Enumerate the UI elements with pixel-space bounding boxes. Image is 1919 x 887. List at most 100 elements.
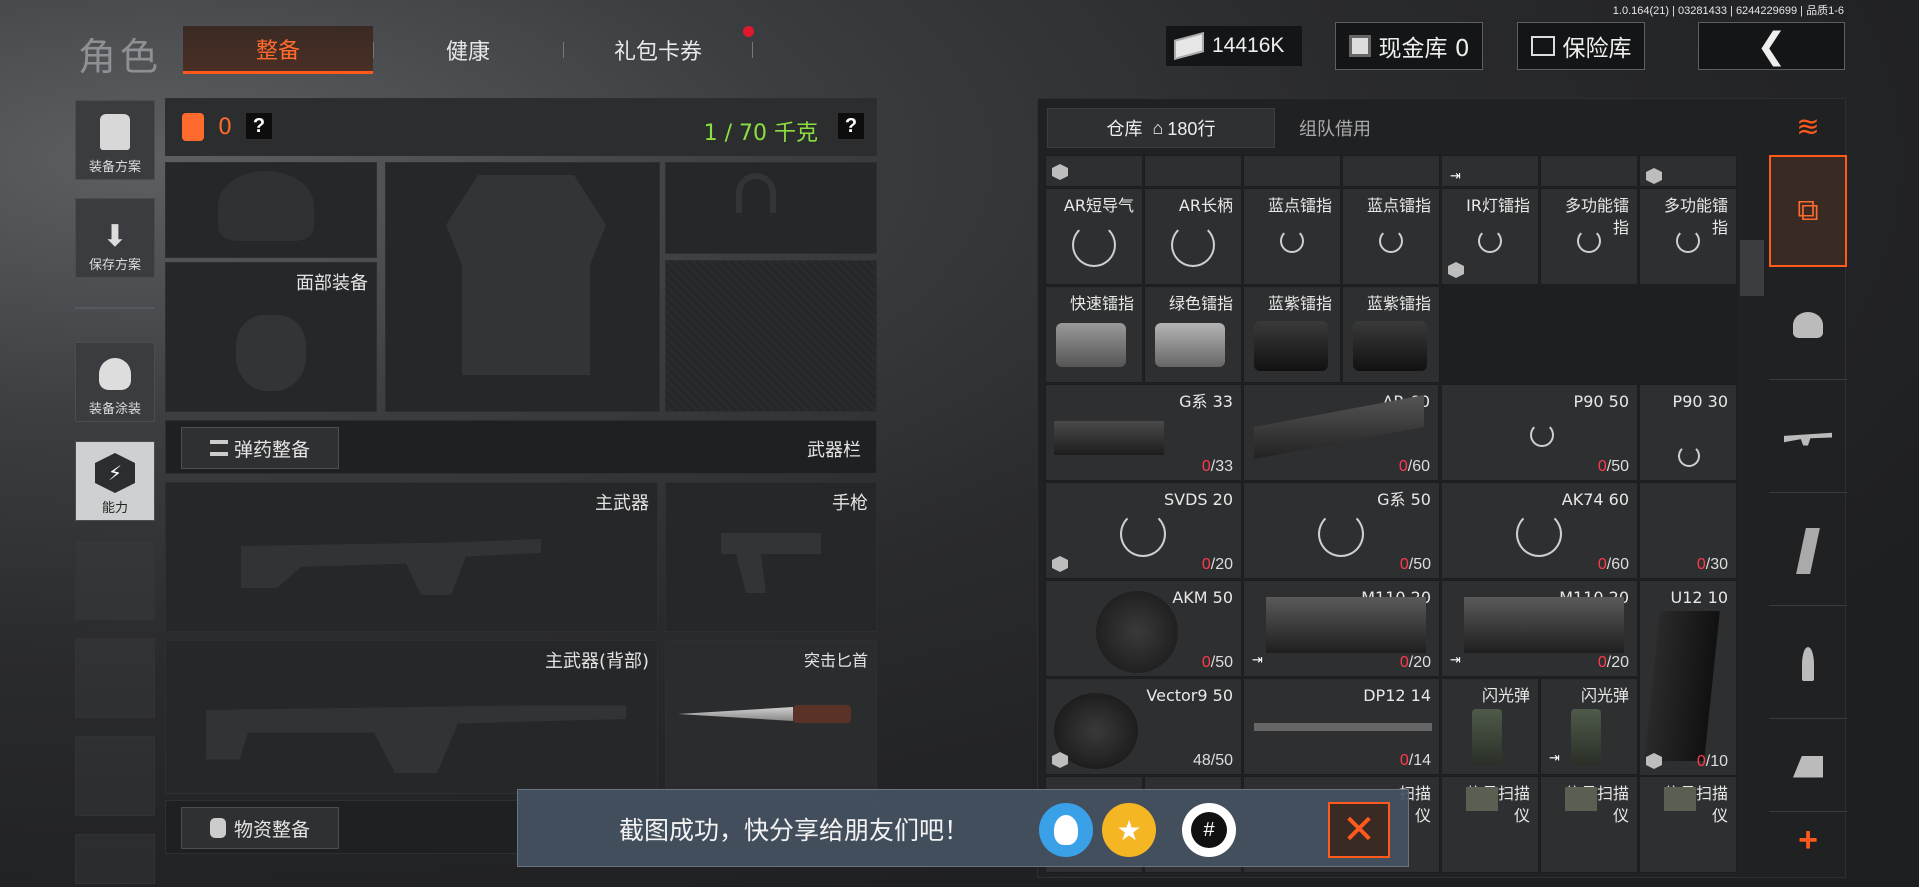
safe-icon xyxy=(1530,36,1555,56)
inventory-cell[interactable] xyxy=(1342,155,1440,187)
item-cell[interactable]: 快速镭指 xyxy=(1045,286,1143,383)
item-cell[interactable]: P90 30 xyxy=(1639,384,1737,481)
inventory-cell[interactable] xyxy=(1540,155,1638,187)
loading-icon xyxy=(1171,223,1215,267)
item-cell[interactable]: AR长柄 xyxy=(1144,188,1242,285)
item-cell[interactable]: 闪光弹 xyxy=(1441,678,1539,775)
item-name: 快速镭指 xyxy=(1069,294,1134,313)
category-attachment[interactable] xyxy=(1769,722,1847,812)
item-name: AR长柄 xyxy=(1178,196,1233,215)
category-magazine[interactable] xyxy=(1769,496,1847,606)
item-cell[interactable]: P90 50 0/50 xyxy=(1441,384,1638,481)
ammo-loadout-button[interactable]: 弹药整备 xyxy=(181,427,339,469)
primary-weapon-slot[interactable]: 主武器 xyxy=(165,482,658,632)
drum-magazine-icon xyxy=(1096,591,1178,673)
item-cell[interactable]: G系 50 0/50 xyxy=(1243,482,1440,579)
item-cell[interactable]: 信号扫描仪 xyxy=(1639,776,1737,873)
item-count: 48/50 xyxy=(1192,752,1233,769)
warehouse-grid: ⇥ AR短导气 AR长柄 蓝点镭指 蓝点镭指 IR灯镭指 多功能镭指 多功能镭指… xyxy=(1045,155,1737,875)
item-cell[interactable]: 蓝紫镭指 xyxy=(1342,286,1440,383)
box-magazine-icon xyxy=(1266,597,1426,653)
item-cell[interactable]: AR短导气 xyxy=(1045,188,1143,285)
help-icon[interactable]: ? xyxy=(246,113,272,139)
scanner-icon xyxy=(1466,787,1498,811)
item-cell[interactable]: 多功能镭指 xyxy=(1540,188,1638,285)
ammo-loadout-label: 弹药整备 xyxy=(233,439,310,461)
loading-icon xyxy=(1478,229,1502,253)
item-cell[interactable]: M110 20⇥0/20 xyxy=(1243,580,1440,677)
item-cell[interactable]: 绿色镭指 xyxy=(1144,286,1242,383)
share-qzone-button[interactable]: ★ xyxy=(1102,803,1156,857)
item-cell[interactable]: M110 20⇥0/20 xyxy=(1441,580,1638,677)
item-cell[interactable]: Vector9 50 48/50 xyxy=(1045,678,1242,775)
face-gear-slot[interactable]: 面部装备 xyxy=(165,262,377,412)
item-cell[interactable]: G系 33 0/33 xyxy=(1045,384,1242,481)
m4-silhouette-icon xyxy=(206,705,626,773)
helmet-slot[interactable] xyxy=(165,162,377,258)
item-count: 0/50 xyxy=(1399,556,1431,573)
item-cell[interactable]: 蓝紫镭指 xyxy=(1243,286,1341,383)
item-cell[interactable]: U12 10 0/10 xyxy=(1639,580,1737,776)
pistol-slot[interactable]: 手枪 xyxy=(665,482,877,632)
back-button[interactable]: ❮ xyxy=(1698,22,1845,70)
item-cell[interactable]: 0/30 xyxy=(1639,482,1737,579)
back-weapon-slot[interactable]: 主武器(背部) xyxy=(165,640,658,794)
item-cell[interactable]: AR 600/60 xyxy=(1243,384,1439,481)
backpack-slot[interactable] xyxy=(665,260,877,412)
knife-slot[interactable]: 突击匕首 xyxy=(665,640,877,794)
scrollbar-thumb[interactable] xyxy=(1740,240,1764,296)
item-count: 0/60 xyxy=(1597,556,1629,573)
body-armor-slot[interactable] xyxy=(385,162,660,412)
tab-warehouse[interactable]: 仓库 ⌂ 180行 xyxy=(1047,108,1275,148)
item-cell[interactable]: 蓝点镭指 xyxy=(1342,188,1440,285)
item-cell[interactable]: DP12 14 0/14 xyxy=(1243,678,1440,775)
item-cell[interactable]: 信号扫描仪 xyxy=(1441,776,1539,873)
tab-loadout[interactable]: 整备 xyxy=(183,26,373,74)
tab-health[interactable]: 健康 xyxy=(374,26,562,74)
item-name: G系 50 xyxy=(1377,490,1431,509)
save-plan-button[interactable]: ⬇ 保存方案 xyxy=(75,198,155,278)
category-all[interactable]: ⧉ xyxy=(1769,155,1847,267)
tall-magazine-icon xyxy=(1644,611,1720,761)
inventory-cell[interactable] xyxy=(1243,155,1341,187)
item-cell[interactable]: 蓝点镭指 xyxy=(1243,188,1341,285)
download-icon: ⬇ xyxy=(102,219,128,254)
sort-button[interactable]: ≋ xyxy=(1769,98,1847,154)
inventory-cell[interactable] xyxy=(1639,155,1737,187)
share-community-button[interactable]: # xyxy=(1182,803,1236,857)
item-cell[interactable]: SVDS 20 0/20 xyxy=(1045,482,1242,579)
tab-gift-coupons[interactable]: 礼包卡券 xyxy=(564,26,752,74)
item-cell[interactable]: IR灯镭指 xyxy=(1441,188,1539,285)
transfer-icon: ⇥ xyxy=(1549,750,1560,765)
insurance-vault-button[interactable]: 保险库 xyxy=(1517,22,1645,70)
loading-icon xyxy=(1120,511,1166,557)
item-cell[interactable]: AK74 60 0/60 xyxy=(1441,482,1638,579)
inventory-cell[interactable] xyxy=(1045,155,1143,187)
item-cell[interactable]: 多功能镭指 xyxy=(1639,188,1737,285)
headset-slot[interactable] xyxy=(665,162,877,254)
bullet-icon xyxy=(1802,646,1814,681)
item-name: Vector9 50 xyxy=(1146,686,1233,705)
add-button[interactable]: + xyxy=(1769,820,1847,860)
item-cell[interactable]: AKM 50 0/50 xyxy=(1045,580,1242,677)
share-qq-button[interactable] xyxy=(1039,803,1093,857)
supply-loadout-label: 物资整备 xyxy=(233,819,310,841)
item-name: IR灯镭指 xyxy=(1466,196,1530,215)
cash-vault-button[interactable]: 现金库 0 xyxy=(1335,22,1483,70)
box-icon xyxy=(1448,262,1464,278)
weight-help-icon[interactable]: ? xyxy=(838,113,864,139)
supply-loadout-button[interactable]: 物资整备 xyxy=(181,807,339,849)
category-helmet[interactable] xyxy=(1769,270,1847,380)
category-ammo[interactable] xyxy=(1769,609,1847,719)
category-weapon[interactable] xyxy=(1769,383,1847,493)
item-cell[interactable]: 信号扫描仪 xyxy=(1540,776,1638,873)
equipment-skin-button[interactable]: 装备涂装 xyxy=(75,342,155,422)
ability-button[interactable]: ⚡ 能力 xyxy=(75,441,155,521)
toast-message: 截图成功，快分享给朋友们吧！ xyxy=(619,816,970,845)
tab-team-borrow[interactable]: 组队借用 xyxy=(1275,108,1395,148)
inventory-cell[interactable]: ⇥ xyxy=(1441,155,1539,187)
loadout-plan-button[interactable]: 装备方案 xyxy=(75,100,155,180)
item-cell[interactable]: 闪光弹 ⇥ xyxy=(1540,678,1638,775)
inventory-cell[interactable] xyxy=(1144,155,1242,187)
close-toast-button[interactable]: ✕ xyxy=(1328,802,1390,858)
